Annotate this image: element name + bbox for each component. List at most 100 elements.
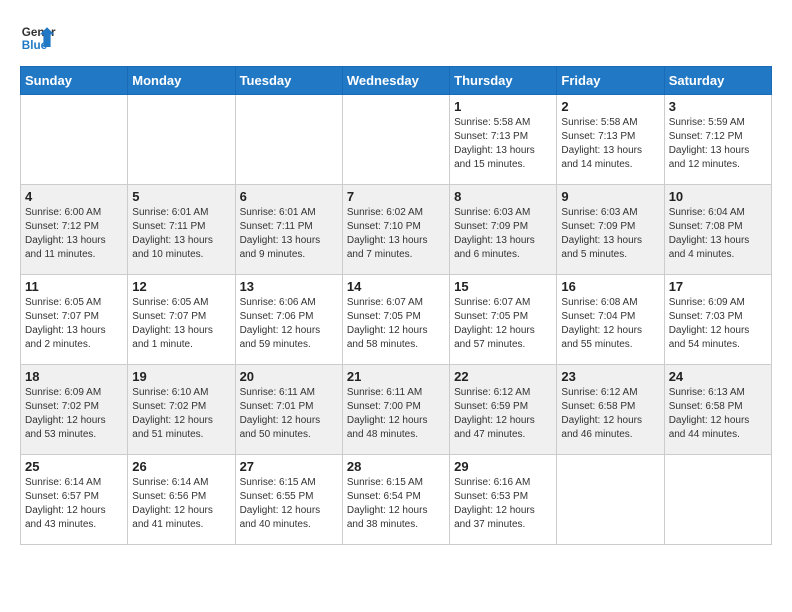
day-number: 19 bbox=[132, 369, 230, 384]
calendar-cell: 6 Sunrise: 6:01 AMSunset: 7:11 PMDaylight… bbox=[235, 185, 342, 275]
day-number: 20 bbox=[240, 369, 338, 384]
calendar-cell: 1 Sunrise: 5:58 AMSunset: 7:13 PMDaylight… bbox=[450, 95, 557, 185]
day-number: 9 bbox=[561, 189, 659, 204]
calendar-cell: 29 Sunrise: 6:16 AMSunset: 6:53 PMDayligh… bbox=[450, 455, 557, 545]
week-row-1: 1 Sunrise: 5:58 AMSunset: 7:13 PMDaylight… bbox=[21, 95, 772, 185]
day-number: 15 bbox=[454, 279, 552, 294]
day-number: 21 bbox=[347, 369, 445, 384]
day-number: 17 bbox=[669, 279, 767, 294]
day-number: 12 bbox=[132, 279, 230, 294]
day-number: 22 bbox=[454, 369, 552, 384]
day-info: Sunrise: 6:03 AMSunset: 7:09 PMDaylight:… bbox=[454, 206, 552, 262]
day-number: 3 bbox=[669, 99, 767, 114]
day-number: 8 bbox=[454, 189, 552, 204]
calendar-cell: 4 Sunrise: 6:00 AMSunset: 7:12 PMDaylight… bbox=[21, 185, 128, 275]
calendar-cell: 2 Sunrise: 5:58 AMSunset: 7:13 PMDaylight… bbox=[557, 95, 664, 185]
calendar-cell: 20 Sunrise: 6:11 AMSunset: 7:01 PMDayligh… bbox=[235, 365, 342, 455]
calendar-cell: 23 Sunrise: 6:12 AMSunset: 6:58 PMDayligh… bbox=[557, 365, 664, 455]
logo: General Blue bbox=[20, 20, 60, 56]
calendar-cell: 21 Sunrise: 6:11 AMSunset: 7:00 PMDayligh… bbox=[342, 365, 449, 455]
day-info: Sunrise: 6:11 AMSunset: 7:01 PMDaylight:… bbox=[240, 386, 338, 442]
calendar-cell: 27 Sunrise: 6:15 AMSunset: 6:55 PMDayligh… bbox=[235, 455, 342, 545]
day-info: Sunrise: 6:15 AMSunset: 6:55 PMDaylight:… bbox=[240, 476, 338, 532]
calendar-cell: 8 Sunrise: 6:03 AMSunset: 7:09 PMDaylight… bbox=[450, 185, 557, 275]
day-info: Sunrise: 6:07 AMSunset: 7:05 PMDaylight:… bbox=[454, 296, 552, 352]
day-number: 16 bbox=[561, 279, 659, 294]
calendar-cell bbox=[128, 95, 235, 185]
calendar-cell: 18 Sunrise: 6:09 AMSunset: 7:02 PMDayligh… bbox=[21, 365, 128, 455]
day-number: 27 bbox=[240, 459, 338, 474]
day-number: 5 bbox=[132, 189, 230, 204]
day-info: Sunrise: 6:09 AMSunset: 7:03 PMDaylight:… bbox=[669, 296, 767, 352]
calendar-cell: 17 Sunrise: 6:09 AMSunset: 7:03 PMDayligh… bbox=[664, 275, 771, 365]
day-info: Sunrise: 6:13 AMSunset: 6:58 PMDaylight:… bbox=[669, 386, 767, 442]
weekday-header-friday: Friday bbox=[557, 67, 664, 95]
calendar-cell: 24 Sunrise: 6:13 AMSunset: 6:58 PMDayligh… bbox=[664, 365, 771, 455]
day-info: Sunrise: 5:58 AMSunset: 7:13 PMDaylight:… bbox=[561, 116, 659, 172]
day-info: Sunrise: 6:09 AMSunset: 7:02 PMDaylight:… bbox=[25, 386, 123, 442]
day-number: 10 bbox=[669, 189, 767, 204]
day-info: Sunrise: 6:02 AMSunset: 7:10 PMDaylight:… bbox=[347, 206, 445, 262]
day-info: Sunrise: 6:01 AMSunset: 7:11 PMDaylight:… bbox=[240, 206, 338, 262]
day-info: Sunrise: 5:59 AMSunset: 7:12 PMDaylight:… bbox=[669, 116, 767, 172]
calendar-cell bbox=[342, 95, 449, 185]
calendar-cell: 16 Sunrise: 6:08 AMSunset: 7:04 PMDayligh… bbox=[557, 275, 664, 365]
calendar-cell: 28 Sunrise: 6:15 AMSunset: 6:54 PMDayligh… bbox=[342, 455, 449, 545]
weekday-header-tuesday: Tuesday bbox=[235, 67, 342, 95]
day-number: 23 bbox=[561, 369, 659, 384]
calendar-cell: 26 Sunrise: 6:14 AMSunset: 6:56 PMDayligh… bbox=[128, 455, 235, 545]
calendar-cell: 14 Sunrise: 6:07 AMSunset: 7:05 PMDayligh… bbox=[342, 275, 449, 365]
calendar-cell: 25Sunrise: 6:14 AMSunset: 6:57 PMDayligh… bbox=[21, 455, 128, 545]
day-info: Sunrise: 6:00 AMSunset: 7:12 PMDaylight:… bbox=[25, 206, 123, 262]
calendar-cell: 3 Sunrise: 5:59 AMSunset: 7:12 PMDaylight… bbox=[664, 95, 771, 185]
day-info: Sunrise: 6:12 AMSunset: 6:59 PMDaylight:… bbox=[454, 386, 552, 442]
week-row-5: 25Sunrise: 6:14 AMSunset: 6:57 PMDayligh… bbox=[21, 455, 772, 545]
calendar-cell: 22 Sunrise: 6:12 AMSunset: 6:59 PMDayligh… bbox=[450, 365, 557, 455]
calendar-cell: 12 Sunrise: 6:05 AMSunset: 7:07 PMDayligh… bbox=[128, 275, 235, 365]
calendar-cell: 10 Sunrise: 6:04 AMSunset: 7:08 PMDayligh… bbox=[664, 185, 771, 275]
day-number: 28 bbox=[347, 459, 445, 474]
day-info: Sunrise: 6:10 AMSunset: 7:02 PMDaylight:… bbox=[132, 386, 230, 442]
calendar-cell: 19 Sunrise: 6:10 AMSunset: 7:02 PMDayligh… bbox=[128, 365, 235, 455]
day-info: Sunrise: 6:07 AMSunset: 7:05 PMDaylight:… bbox=[347, 296, 445, 352]
calendar-cell: 5Sunrise: 6:01 AMSunset: 7:11 PMDaylight… bbox=[128, 185, 235, 275]
calendar-cell: 13 Sunrise: 6:06 AMSunset: 7:06 PMDayligh… bbox=[235, 275, 342, 365]
day-info: Sunrise: 6:05 AMSunset: 7:07 PMDaylight:… bbox=[25, 296, 123, 352]
weekday-header-wednesday: Wednesday bbox=[342, 67, 449, 95]
day-number: 11 bbox=[25, 279, 123, 294]
day-info: Sunrise: 6:11 AMSunset: 7:00 PMDaylight:… bbox=[347, 386, 445, 442]
day-info: Sunrise: 6:05 AMSunset: 7:07 PMDaylight:… bbox=[132, 296, 230, 352]
calendar-cell bbox=[664, 455, 771, 545]
day-number: 6 bbox=[240, 189, 338, 204]
day-number: 4 bbox=[25, 189, 123, 204]
day-info: Sunrise: 5:58 AMSunset: 7:13 PMDaylight:… bbox=[454, 116, 552, 172]
day-number: 29 bbox=[454, 459, 552, 474]
day-info: Sunrise: 6:15 AMSunset: 6:54 PMDaylight:… bbox=[347, 476, 445, 532]
day-info: Sunrise: 6:16 AMSunset: 6:53 PMDaylight:… bbox=[454, 476, 552, 532]
day-info: Sunrise: 6:08 AMSunset: 7:04 PMDaylight:… bbox=[561, 296, 659, 352]
day-info: Sunrise: 6:06 AMSunset: 7:06 PMDaylight:… bbox=[240, 296, 338, 352]
calendar-cell: 11 Sunrise: 6:05 AMSunset: 7:07 PMDayligh… bbox=[21, 275, 128, 365]
calendar-table: SundayMondayTuesdayWednesdayThursdayFrid… bbox=[20, 66, 772, 545]
day-number: 13 bbox=[240, 279, 338, 294]
calendar-cell: 15 Sunrise: 6:07 AMSunset: 7:05 PMDayligh… bbox=[450, 275, 557, 365]
weekday-header-saturday: Saturday bbox=[664, 67, 771, 95]
weekday-header-row: SundayMondayTuesdayWednesdayThursdayFrid… bbox=[21, 67, 772, 95]
day-number: 1 bbox=[454, 99, 552, 114]
day-info: Sunrise: 6:14 AMSunset: 6:57 PMDaylight:… bbox=[25, 476, 123, 532]
weekday-header-monday: Monday bbox=[128, 67, 235, 95]
week-row-4: 18 Sunrise: 6:09 AMSunset: 7:02 PMDayligh… bbox=[21, 365, 772, 455]
day-number: 26 bbox=[132, 459, 230, 474]
logo-icon: General Blue bbox=[20, 20, 56, 56]
calendar-cell bbox=[235, 95, 342, 185]
day-number: 14 bbox=[347, 279, 445, 294]
day-number: 24 bbox=[669, 369, 767, 384]
day-number: 18 bbox=[25, 369, 123, 384]
calendar-cell bbox=[21, 95, 128, 185]
day-info: Sunrise: 6:12 AMSunset: 6:58 PMDaylight:… bbox=[561, 386, 659, 442]
weekday-header-sunday: Sunday bbox=[21, 67, 128, 95]
page-header: General Blue bbox=[20, 20, 772, 56]
day-info: Sunrise: 6:14 AMSunset: 6:56 PMDaylight:… bbox=[132, 476, 230, 532]
day-number: 2 bbox=[561, 99, 659, 114]
day-info: Sunrise: 6:04 AMSunset: 7:08 PMDaylight:… bbox=[669, 206, 767, 262]
